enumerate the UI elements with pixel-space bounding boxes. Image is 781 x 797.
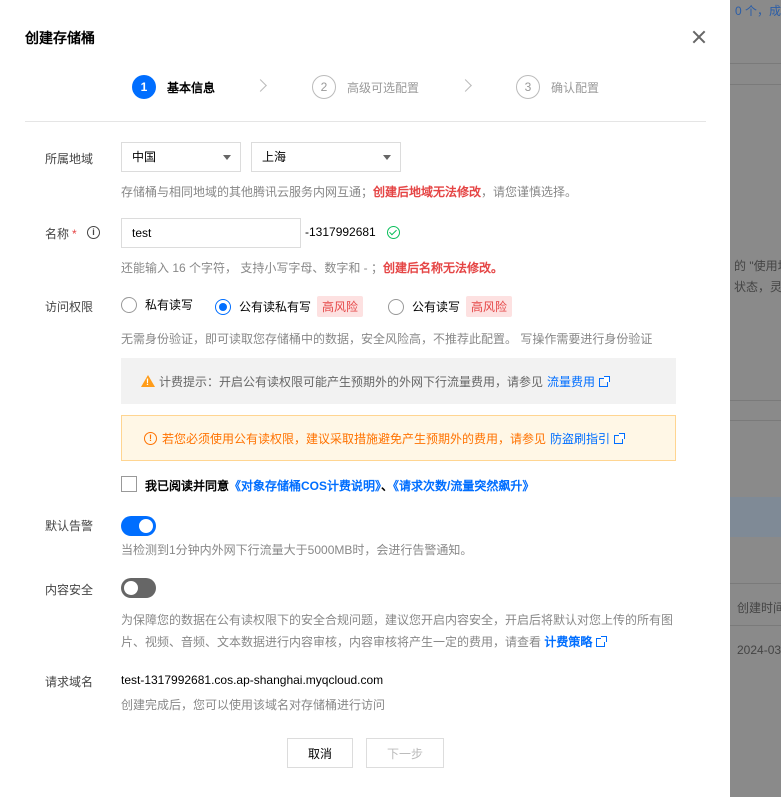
next-step-button[interactable]: 下一步 xyxy=(366,738,444,768)
radio-private-rw[interactable]: 私有读写 xyxy=(121,296,193,313)
billing-policy-link-label: 计费策略 xyxy=(544,635,593,649)
appid-suffix: -1317992681 xyxy=(305,225,376,239)
step-number: 2 xyxy=(312,75,336,99)
step-label: 高级可选配置 xyxy=(347,80,420,95)
alarm-toggle[interactable] xyxy=(121,516,156,536)
region-help: 存储桶与相同地域的其他腾讯云服务内网互通；创建后地域无法修改，请您谨慎选择。 xyxy=(121,183,577,200)
bg-divider xyxy=(730,84,781,85)
external-link-icon xyxy=(596,636,608,647)
dialog-title: 创建存储桶 xyxy=(25,30,95,46)
bg-divider xyxy=(730,63,781,64)
content-security-help-line1: 为保障您的数据在公有读权限下的安全合规问题，建议您开启内容安全，开启后将默认对您… xyxy=(121,613,674,627)
bg-column-header: 创建时间 xyxy=(737,601,781,615)
exclamation-circle-icon: ! xyxy=(144,431,157,445)
billing-notice: ! 计费提示：开启公有读权限可能产生预期外的外网下行流量费用，请参见 流量费用 xyxy=(121,358,676,404)
content-security-label: 内容安全 xyxy=(45,583,94,597)
domain-label: 请求域名 xyxy=(45,675,94,689)
traffic-spike-doc-link[interactable]: 《请求次数/流量突然飙升》 xyxy=(393,479,534,493)
radio-label: 公有读私有写 xyxy=(239,300,312,314)
external-link-icon xyxy=(614,432,626,444)
high-risk-badge: 高风险 xyxy=(466,296,513,317)
request-domain-value: test-1317992681.cos.ap-shanghai.myqcloud… xyxy=(121,673,384,687)
step-number: 3 xyxy=(516,75,540,99)
name-label: 名称 * xyxy=(45,225,77,242)
radio-label: 私有读写 xyxy=(145,298,194,312)
warning-icon: ! xyxy=(141,375,155,387)
radio-indicator xyxy=(121,296,137,313)
check-circle-icon xyxy=(387,226,400,239)
bg-side-text: 状态，灵活 xyxy=(734,280,781,294)
region-label: 所属地域 xyxy=(45,152,94,166)
radio-label: 公有读写 xyxy=(412,300,461,314)
step-number: 1 xyxy=(132,75,156,99)
close-icon[interactable] xyxy=(690,28,708,46)
bg-divider xyxy=(730,625,781,626)
name-warning: 创建后名称无法修改。 xyxy=(383,261,504,275)
access-label: 访问权限 xyxy=(45,300,94,314)
bg-divider xyxy=(730,583,781,584)
create-bucket-dialog: 创建存储桶 1 基本信息 2 高级可选配置 3 确认配置 所属地域 中国 上海 … xyxy=(0,0,730,797)
region-help-text: 存储桶与相同地域的其他腾讯云服务内网互通； xyxy=(121,185,374,199)
chevron-right-icon xyxy=(459,79,472,92)
anti-abuse-notice: ! 若您必须使用公有读权限，建议采取措施避免产生预期外的费用，请参见 防盗刷指引 xyxy=(121,415,676,461)
anti-abuse-notice-text: 若您必须使用公有读权限，建议采取措施避免产生预期外的费用，请参见 xyxy=(162,431,547,446)
caret-down-icon xyxy=(383,155,391,160)
bg-top-text: 0 个，成 xyxy=(735,4,781,18)
anti-abuse-guide-link[interactable]: 防盗刷指引 xyxy=(550,430,626,447)
region-warning: 创建后地域无法修改 xyxy=(373,185,482,199)
agree-checkbox[interactable] xyxy=(121,476,137,492)
bucket-name-input[interactable] xyxy=(121,218,301,248)
billing-notice-text: 计费提示：开启公有读权限可能产生预期外的外网下行流量费用，请参见 xyxy=(159,374,544,389)
access-help: 无需身份验证，即可读取您存储桶中的数据，安全风险高，不推荐此配置。 写操作需要进… xyxy=(121,332,653,346)
domain-help: 创建完成后，您可以使用该域名对存储桶进行访问 xyxy=(121,698,386,712)
bg-highlight-band xyxy=(730,497,781,537)
agree-statement: 我已阅读并同意《对象存储桶COS计费说明》、《请求次数/流量突然飙升》 xyxy=(145,477,534,494)
name-help: 还能输入 16 个字符， 支持小写字母、数字和 - ；创建后名称无法修改。 xyxy=(121,259,503,276)
name-help-text: 还能输入 16 个字符， 支持小写字母、数字和 - ； xyxy=(121,261,384,275)
step-advanced-config: 2 高级可选配置 xyxy=(312,75,419,99)
country-select[interactable]: 中国 xyxy=(121,142,241,172)
country-select-value: 中国 xyxy=(132,150,157,164)
toggle-knob xyxy=(124,581,138,595)
high-risk-badge: 高风险 xyxy=(317,296,364,317)
cos-billing-doc-link[interactable]: 《对象存储桶COS计费说明》 xyxy=(229,479,381,493)
caret-down-icon xyxy=(223,155,231,160)
alarm-help: 当检测到1分钟内外网下行流量大于5000MB时，会进行告警通知。 xyxy=(121,543,473,557)
content-security-toggle[interactable] xyxy=(121,578,156,598)
step-confirm: 3 确认配置 xyxy=(516,75,599,99)
header-divider xyxy=(25,121,706,122)
name-label-text: 名称 xyxy=(45,227,70,241)
bg-divider xyxy=(730,400,781,401)
anti-abuse-guide-link-label: 防盗刷指引 xyxy=(550,431,611,446)
city-select-value: 上海 xyxy=(262,150,287,164)
step-label: 确认配置 xyxy=(551,80,600,95)
bg-divider xyxy=(730,420,781,421)
alarm-label: 默认告警 xyxy=(45,519,94,533)
toggle-knob xyxy=(139,519,153,533)
bg-date-cell: 2024-03 xyxy=(737,643,781,657)
info-icon[interactable]: i xyxy=(87,226,100,239)
radio-public-read-private-write[interactable]: 公有读私有写 高风险 xyxy=(215,296,364,317)
traffic-fee-link-label: 流量费用 xyxy=(547,374,596,389)
step-label: 基本信息 xyxy=(167,80,216,95)
radio-indicator xyxy=(215,298,231,315)
chevron-right-icon xyxy=(254,79,267,92)
billing-policy-link[interactable]: 计费策略 xyxy=(544,635,608,649)
background-page: 0 个，成 的 "使用场 状态，灵活 创建时间 2024-03 xyxy=(730,0,781,797)
region-help-suffix: ，请您谨慎选择。 xyxy=(481,185,578,199)
bg-side-text: 的 "使用场 xyxy=(734,259,781,273)
step-basic-info: 1 基本信息 xyxy=(132,75,215,99)
content-security-help-line2: 片、视频、音频、文本数据进行内容审核，内容审核将产生一定的费用，请查看 计费策略 xyxy=(121,633,608,650)
radio-public-rw[interactable]: 公有读写 高风险 xyxy=(388,296,513,317)
required-mark: * xyxy=(72,227,77,241)
content-security-help-text: 片、视频、音频、文本数据进行内容审核，内容审核将产生一定的费用，请查看 xyxy=(121,635,542,649)
radio-indicator xyxy=(388,298,404,315)
external-link-icon xyxy=(599,375,611,387)
city-select[interactable]: 上海 xyxy=(251,142,401,172)
agree-separator: 、 xyxy=(381,479,394,493)
cancel-button[interactable]: 取消 xyxy=(287,738,353,768)
traffic-fee-link[interactable]: 流量费用 xyxy=(547,373,611,390)
agree-prefix: 我已阅读并同意 xyxy=(145,479,230,493)
